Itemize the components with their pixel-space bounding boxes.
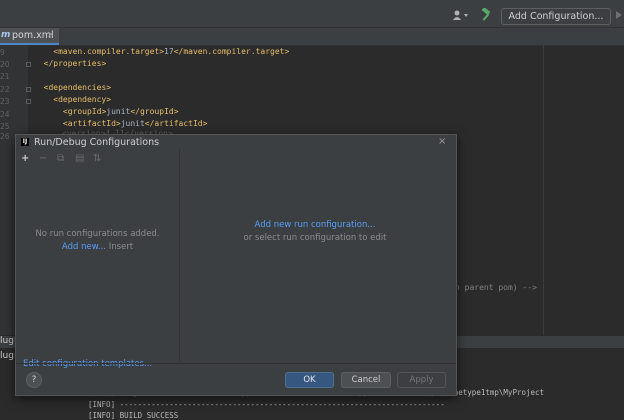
insert-hint: Insert <box>108 242 134 252</box>
ok-button[interactable]: OK <box>285 372 334 388</box>
configurations-tree-pane: + − ⧉ ▤ ⇅ No run configurations added. A… <box>16 149 180 369</box>
add-new-run-configuration-link[interactable]: Add new run configuration... <box>180 220 450 230</box>
apply-button[interactable]: Apply <box>397 372 446 388</box>
remove-icon[interactable]: − <box>39 153 47 164</box>
close-icon[interactable]: × <box>438 136 446 147</box>
add-new-link[interactable]: Add new... <box>62 242 106 252</box>
code-comment-fragment: n parent pom) --> <box>455 283 537 292</box>
main-toolbar: · · · · Add Configuration... <box>0 0 624 28</box>
add-new-row: Add new... Insert <box>16 242 179 252</box>
code-line: <maven.compiler.target>17</maven.compile… <box>53 47 290 56</box>
code-line: <artifactId>junit</artifactId> <box>62 119 208 128</box>
line-number: 23 <box>0 97 10 106</box>
line-number: 26 <box>0 132 10 141</box>
line-number: 22 <box>0 85 10 94</box>
dialog-title-bar[interactable]: IJ Run/Debug Configurations × <box>16 135 456 149</box>
line-number: 25 <box>0 122 10 131</box>
dialog-title: Run/Debug Configurations <box>34 137 160 148</box>
add-configuration-button[interactable]: Add Configuration... <box>501 8 611 25</box>
code-line: <dependency> <box>53 95 112 104</box>
code-line: </properties> <box>43 59 107 68</box>
code-line: <dependencies> <box>43 83 112 92</box>
tool-tab-label[interactable]: lug <box>0 336 14 346</box>
console-line: [INFO] BUILD SUCCESS <box>88 411 179 420</box>
empty-list-message: No run configurations added. <box>35 229 160 239</box>
fold-marker-icon[interactable] <box>26 99 31 104</box>
sort-icon[interactable]: ⇅ <box>93 153 101 164</box>
build-hammer-icon[interactable] <box>480 8 494 21</box>
code-line: <groupId>junit</groupId> <box>62 107 179 116</box>
maven-icon: m <box>1 30 11 40</box>
breadcrumb: · · · · <box>60 0 80 4</box>
editor-tab-bar: m pom.xml × <box>0 28 624 46</box>
line-number: 24 <box>0 110 10 119</box>
cancel-button[interactable]: Cancel <box>341 372 391 388</box>
fold-marker-icon[interactable] <box>26 62 31 67</box>
folder-icon[interactable]: ▤ <box>75 153 84 164</box>
line-number: 9 <box>0 48 5 57</box>
user-icon[interactable] <box>452 10 470 20</box>
select-configuration-hint: or select run configuration to edit <box>243 233 387 243</box>
tool-tab-label[interactable]: lug <box>0 351 14 361</box>
fold-marker-icon[interactable] <box>26 87 31 92</box>
copy-icon[interactable]: ⧉ <box>57 153 64 164</box>
right-margin-guide <box>543 45 544 335</box>
console-line: [INFO] ---------------------------------… <box>88 400 445 409</box>
dialog-footer: ? OK Cancel Apply <box>16 363 456 396</box>
close-icon[interactable]: × <box>47 30 55 40</box>
tab-pom-xml[interactable]: m pom.xml × <box>0 28 59 45</box>
add-icon[interactable]: + <box>21 153 29 164</box>
run-icon[interactable] <box>616 11 622 19</box>
line-number: 21 <box>0 72 10 81</box>
intellij-logo-icon: IJ <box>21 138 29 146</box>
run-debug-configurations-dialog: IJ Run/Debug Configurations × + − ⧉ ▤ ⇅ … <box>15 134 457 396</box>
help-button[interactable]: ? <box>26 372 42 388</box>
line-number: 20 <box>0 60 10 69</box>
